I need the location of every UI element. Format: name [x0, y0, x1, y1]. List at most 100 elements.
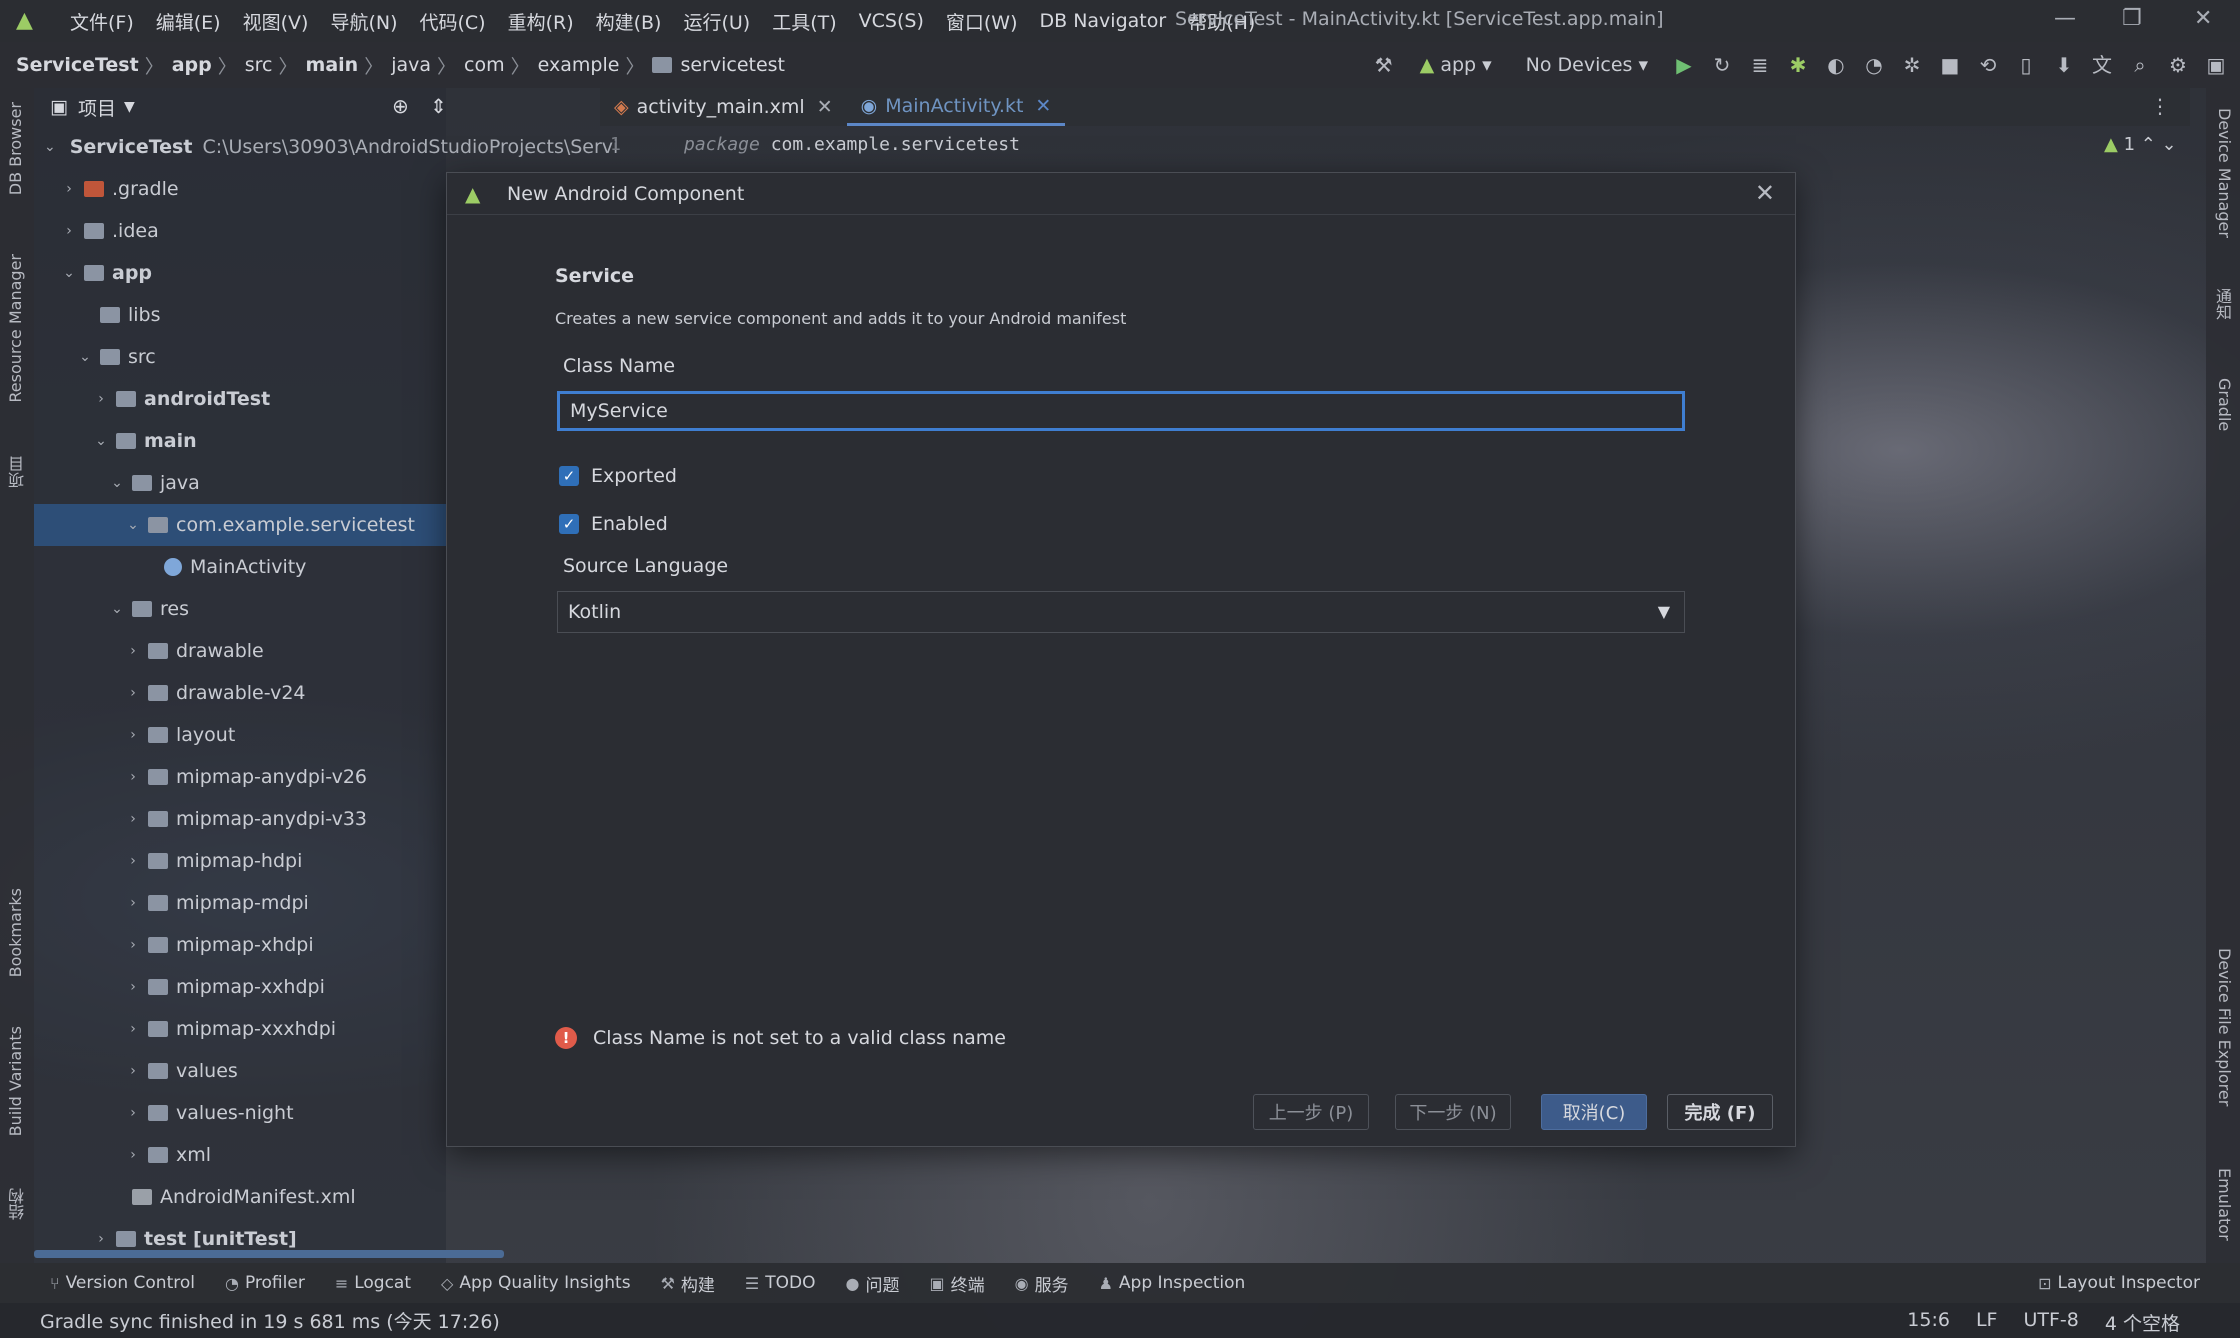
chevron-right-icon[interactable]: ›: [124, 811, 142, 827]
tree-item[interactable]: ⌄ main: [34, 420, 446, 462]
stripe-notifications[interactable]: 通知: [2210, 288, 2234, 320]
chevron-down-icon[interactable]: ⌄: [108, 601, 126, 617]
menu-navigate[interactable]: 导航(N): [330, 8, 397, 35]
tree-item[interactable]: › mipmap-anydpi-v26: [34, 756, 446, 798]
menu-run[interactable]: 运行(U): [683, 8, 750, 35]
run-config-select[interactable]: ▲ app ▾: [1408, 50, 1504, 80]
stripe-device-manager[interactable]: Device Manager: [2215, 108, 2234, 238]
chevron-right-icon[interactable]: ›: [124, 979, 142, 995]
tab-activity-main-xml[interactable]: ◈ activity_main.xml ✕: [600, 88, 847, 126]
tree-item[interactable]: › values-night: [34, 1092, 446, 1134]
project-horizontal-scrollbar[interactable]: [34, 1250, 504, 1258]
tree-item[interactable]: › xml: [34, 1134, 446, 1176]
gear-icon[interactable]: ⚙: [2164, 51, 2192, 79]
device-manager-icon[interactable]: ▯: [2012, 51, 2040, 79]
finish-button[interactable]: 完成 (F): [1667, 1094, 1773, 1130]
tree-item[interactable]: libs: [34, 294, 446, 336]
breadcrumb-main[interactable]: main: [306, 54, 359, 76]
tool-problems[interactable]: ● 问题: [846, 1271, 900, 1296]
tool-layout-inspector[interactable]: ⊡ Layout Inspector: [2038, 1273, 2200, 1293]
more-options-icon[interactable]: ⋮: [2150, 94, 2170, 118]
chevron-right-icon[interactable]: ›: [92, 1231, 110, 1247]
chevron-right-icon[interactable]: ›: [124, 685, 142, 701]
tree-item[interactable]: › mipmap-xhdpi: [34, 924, 446, 966]
file-encoding[interactable]: UTF-8: [2023, 1309, 2078, 1336]
chevron-down-icon[interactable]: ⌄: [124, 517, 142, 533]
caret-position[interactable]: 15:6: [1907, 1309, 1950, 1336]
tree-item[interactable]: ⌄ com.example.servicetest: [34, 504, 446, 546]
tool-app-quality-insights[interactable]: ◇ App Quality Insights: [441, 1273, 631, 1293]
tree-item[interactable]: › layout: [34, 714, 446, 756]
tree-item[interactable]: MainActivity: [34, 546, 446, 588]
stripe-structure[interactable]: 结构: [6, 1188, 30, 1220]
stripe-gradle[interactable]: Gradle: [2215, 378, 2234, 431]
chevron-down-icon[interactable]: ⌄: [108, 475, 126, 491]
close-window-icon[interactable]: ✕: [2194, 6, 2212, 31]
tree-item[interactable]: › mipmap-anydpi-v33: [34, 798, 446, 840]
apply-changes-icon[interactable]: ↻: [1708, 51, 1736, 79]
breadcrumb-com[interactable]: com: [464, 54, 505, 76]
menu-edit[interactable]: 编辑(E): [156, 8, 221, 35]
cancel-button[interactable]: 取消(C): [1541, 1094, 1647, 1130]
minimize-icon[interactable]: —: [2054, 6, 2076, 31]
menu-tools[interactable]: 工具(T): [772, 8, 836, 35]
menu-db-navigator[interactable]: DB Navigator: [1040, 10, 1167, 32]
menu-refactor[interactable]: 重构(R): [508, 8, 574, 35]
enabled-checkbox-row[interactable]: ✓ Enabled: [559, 513, 668, 535]
sdk-manager-icon[interactable]: ⬇: [2050, 51, 2078, 79]
enabled-checkbox[interactable]: ✓: [559, 514, 579, 534]
tab-mainactivity-kt[interactable]: ◉ MainActivity.kt ✕: [846, 88, 1066, 126]
hammer-icon[interactable]: ⚒: [1370, 51, 1398, 79]
class-name-input[interactable]: [557, 391, 1685, 431]
close-tab-icon[interactable]: ✕: [1035, 95, 1051, 117]
tool-terminal[interactable]: ▣ 终端: [929, 1271, 984, 1296]
tree-item[interactable]: › drawable: [34, 630, 446, 672]
profile-icon[interactable]: ◔: [1860, 51, 1888, 79]
previous-button[interactable]: 上一步 (P): [1253, 1094, 1369, 1130]
stripe-device-file-explorer[interactable]: Device File Explorer: [2215, 948, 2234, 1106]
debug-icon[interactable]: ✱: [1784, 51, 1812, 79]
menu-vcs[interactable]: VCS(S): [859, 10, 924, 32]
line-separator[interactable]: LF: [1976, 1309, 1998, 1336]
code-line[interactable]: package com.example.servicetest: [684, 134, 1020, 155]
breadcrumb-example[interactable]: example: [538, 54, 620, 76]
next-button[interactable]: 下一步 (N): [1395, 1094, 1511, 1130]
breadcrumb-project[interactable]: ServiceTest: [16, 54, 139, 76]
status-message[interactable]: Gradle sync finished in 19 s 681 ms (今天 …: [40, 1307, 500, 1334]
close-dialog-icon[interactable]: ✕: [1755, 179, 1775, 207]
sync-gradle-icon[interactable]: ⟲: [1974, 51, 2002, 79]
tree-item[interactable]: › mipmap-hdpi: [34, 840, 446, 882]
breadcrumb-app[interactable]: app: [172, 54, 212, 76]
chevron-right-icon[interactable]: ›: [124, 1021, 142, 1037]
stripe-db-browser[interactable]: DB Browser: [6, 102, 25, 195]
tree-item[interactable]: › mipmap-xxxhdpi: [34, 1008, 446, 1050]
chevron-right-icon[interactable]: ›: [124, 643, 142, 659]
tool-logcat[interactable]: ≡ Logcat: [335, 1273, 411, 1293]
chevron-down-icon[interactable]: ▼: [124, 99, 135, 115]
project-view-select[interactable]: 项目: [78, 94, 116, 121]
search-icon[interactable]: ⌕: [2126, 51, 2154, 79]
chevron-right-icon[interactable]: ›: [124, 895, 142, 911]
chevron-right-icon[interactable]: ›: [124, 937, 142, 953]
close-tab-icon[interactable]: ✕: [817, 96, 833, 118]
chevron-right-icon[interactable]: ›: [124, 1105, 142, 1121]
tree-item[interactable]: › .idea: [34, 210, 446, 252]
chevron-right-icon[interactable]: ›: [124, 769, 142, 785]
stripe-resource-manager[interactable]: Resource Manager: [6, 254, 25, 403]
tree-item[interactable]: › drawable-v24: [34, 672, 446, 714]
exported-checkbox[interactable]: ✓: [559, 466, 579, 486]
user-avatar-icon[interactable]: ▣: [2202, 51, 2230, 79]
indent-setting[interactable]: 4 个空格: [2105, 1309, 2180, 1336]
chevron-down-icon[interactable]: ⌄: [60, 265, 78, 281]
menu-build[interactable]: 构建(B): [596, 8, 662, 35]
chevron-right-icon[interactable]: ›: [124, 853, 142, 869]
tree-item[interactable]: AndroidManifest.xml: [34, 1176, 446, 1218]
inspection-widget[interactable]: ▲ 1 ⌃ ⌄: [2104, 134, 2177, 155]
tool-profiler[interactable]: ◔ Profiler: [225, 1273, 305, 1293]
list-icon[interactable]: ≣: [1746, 51, 1774, 79]
tree-item[interactable]: ⌄ res: [34, 588, 446, 630]
menu-code[interactable]: 代码(C): [419, 8, 485, 35]
chevron-down-icon[interactable]: ⌄: [76, 349, 94, 365]
chevron-down-icon[interactable]: ⌄: [92, 433, 110, 449]
tool-todo[interactable]: ☰ TODO: [745, 1273, 816, 1293]
